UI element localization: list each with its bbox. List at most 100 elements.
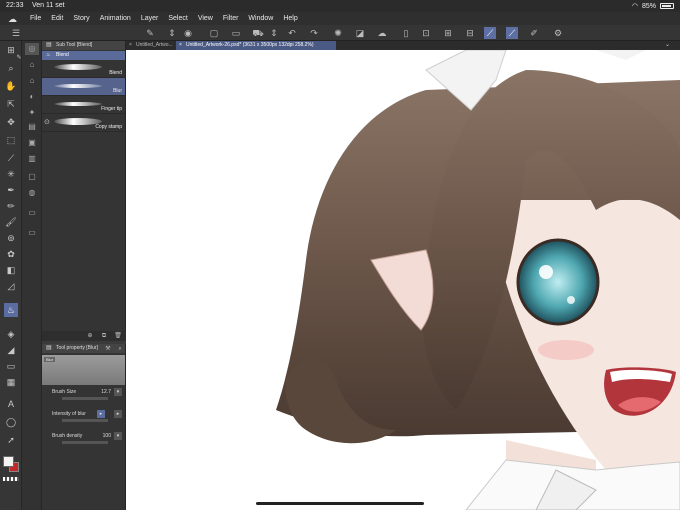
close-tab-icon[interactable]: ×	[129, 41, 132, 50]
brush-finger-tip[interactable]: Finger tip	[42, 96, 125, 114]
color-wheel-icon[interactable]: ◍	[25, 187, 39, 199]
frame-border-icon[interactable]: ▦	[4, 375, 18, 389]
brush-blend[interactable]: Blend	[42, 60, 125, 78]
operation-icon[interactable]: ⇱	[4, 97, 18, 111]
layer-panel-icon[interactable]: ▤	[25, 121, 39, 133]
tab-document-2[interactable]: × Untitled_Artwork-26.psd* (3631 x 3500p…	[176, 41, 336, 50]
redo-icon[interactable]: ↷	[308, 27, 320, 39]
brush-size-row[interactable]: Brush Size 12.7 ▾	[42, 387, 125, 409]
hand-icon[interactable]: ✋	[4, 79, 18, 93]
brush-density-value[interactable]: 100	[103, 433, 111, 439]
ruler-edit-icon[interactable]: ✐	[528, 27, 540, 39]
history-icon[interactable]: ▭	[25, 227, 39, 239]
menu-layer[interactable]: Layer	[141, 15, 159, 22]
loading-icon[interactable]: ✺	[332, 27, 344, 39]
modify-icon[interactable]: ✎	[144, 27, 156, 39]
add-subtool-icon[interactable]: ⊕	[86, 332, 94, 340]
transparent-color-swatch[interactable]	[3, 477, 19, 481]
menu-view[interactable]: View	[198, 15, 213, 22]
menu-select[interactable]: Select	[168, 15, 187, 22]
fill-tool-icon[interactable]: ◈	[4, 327, 18, 341]
zoom-icon[interactable]: ⌕	[4, 61, 18, 75]
pencil-tool-icon[interactable]: ✏	[4, 199, 18, 213]
menu-help[interactable]: Help	[283, 15, 297, 22]
menu-edit[interactable]: Edit	[51, 15, 63, 22]
save-icon[interactable]: ⛟	[252, 27, 264, 39]
menu-story[interactable]: Story	[73, 15, 89, 22]
decoration-tool-icon[interactable]: ✿	[4, 247, 18, 261]
ruler-snap-icon[interactable]: ⟋	[484, 27, 496, 39]
intensity-options-icon[interactable]: ▸	[114, 410, 122, 418]
brush-group-4-icon[interactable]: ✦	[25, 107, 39, 119]
pen-tool-icon[interactable]: ✒	[4, 183, 18, 197]
intensity-toggle-icon[interactable]: ▸	[97, 410, 105, 418]
drawing-canvas[interactable]	[126, 50, 680, 510]
eraser-tool-icon[interactable]: ◧	[4, 263, 18, 277]
duplicate-subtool-icon[interactable]: ⧉	[100, 332, 108, 340]
material-icon[interactable]: ▢	[25, 171, 39, 183]
zoom-panel-icon[interactable]: ⌕	[116, 345, 124, 353]
app-logo-icon[interactable]: ☁	[8, 14, 22, 24]
airbrush-tool-icon[interactable]: ⊚	[4, 231, 18, 245]
menu-file[interactable]: File	[30, 15, 41, 22]
brush-size-dropdown-icon[interactable]: ▾	[114, 388, 122, 396]
cloud-icon[interactable]: ☁	[376, 27, 388, 39]
menu-window[interactable]: Window	[248, 15, 273, 22]
new-file-icon[interactable]: ▢	[208, 27, 220, 39]
brush-blur[interactable]: Blur	[42, 78, 125, 96]
fill-icon[interactable]: ◪	[354, 27, 366, 39]
close-tab-icon[interactable]: ×	[179, 41, 182, 50]
home-indicator[interactable]	[256, 502, 424, 505]
text-tool-icon[interactable]: A	[4, 397, 18, 411]
brush-stroke-preview	[54, 102, 102, 106]
delete-subtool-icon[interactable]: 🗑	[114, 332, 122, 340]
navigator-icon[interactable]: ▣	[25, 137, 39, 149]
balloon-tool-icon[interactable]: ◯	[4, 415, 18, 429]
deselect-icon[interactable]: ⊟	[464, 27, 476, 39]
folder-icon[interactable]: ▭	[25, 207, 39, 219]
eyedropper-icon[interactable]: ⟋	[4, 151, 18, 165]
blend-tool-icon[interactable]: ♨	[4, 303, 18, 317]
clip-studio-icon[interactable]: ◉	[182, 27, 194, 39]
wrench-icon[interactable]: ⚒	[104, 345, 112, 353]
sub-tool-tab-icon[interactable]: ◎	[25, 43, 39, 55]
figure-shape-icon[interactable]: ▭	[4, 359, 18, 373]
brush-size-slider[interactable]	[62, 397, 108, 400]
brush-group-2-icon[interactable]: ⌂	[25, 75, 39, 87]
brush-density-slider[interactable]	[62, 441, 108, 444]
gradient-tool-icon[interactable]: ◢	[4, 343, 18, 357]
open-folder-icon[interactable]: ▭	[230, 27, 242, 39]
menu-animation[interactable]: Animation	[100, 15, 131, 22]
undo-icon[interactable]: ↶	[286, 27, 298, 39]
brush-group-3-icon[interactable]: ◐	[25, 91, 39, 103]
crop-icon[interactable]: ⊡	[420, 27, 432, 39]
transform-icon[interactable]: ⊞	[442, 27, 454, 39]
brush-density-row[interactable]: Brush density 100 ▾	[42, 431, 125, 453]
brush-group-icon[interactable]: ⌂	[25, 59, 39, 71]
stepper-icon[interactable]: ⇕	[166, 27, 178, 39]
intensity-row[interactable]: Intensity of blur ▸ ▸	[42, 409, 125, 431]
ios-status-bar: 22:33 Ven 11 set ◠ 85%	[0, 0, 680, 12]
menu-filter[interactable]: Filter	[223, 15, 239, 22]
move-layer-icon[interactable]: ✥	[4, 115, 18, 129]
tab-document-1[interactable]: × Untitled_Artwo...	[126, 41, 176, 50]
ruler-snap-2-icon[interactable]: ⟋	[506, 27, 518, 39]
auto-select-icon[interactable]: ✳	[4, 167, 18, 181]
brush-size-value[interactable]: 12.7	[101, 389, 111, 395]
clear-icon[interactable]: ▯	[400, 27, 412, 39]
brush-copy-stamp[interactable]: ⊙ Copy stamp	[42, 114, 125, 132]
figure-tool-icon[interactable]: ◿	[4, 279, 18, 293]
selection-icon[interactable]: ⬚	[4, 133, 18, 147]
save-options-icon[interactable]: ⇕	[268, 27, 280, 39]
settings-icon[interactable]: ⚙	[552, 27, 564, 39]
correct-line-icon[interactable]: ➚	[4, 433, 18, 447]
main-color-swatch[interactable]	[3, 456, 14, 467]
brush-density-options-icon[interactable]: ▾	[114, 432, 122, 440]
color-swatch[interactable]	[3, 456, 19, 472]
sub-tool-group[interactable]: ♨ Blend	[42, 51, 125, 60]
property-icon[interactable]: ▥	[25, 153, 39, 165]
hamburger-menu-icon[interactable]: ☰	[10, 27, 22, 39]
chevron-down-icon[interactable]: ⌄	[665, 41, 670, 48]
intensity-slider[interactable]	[62, 419, 108, 422]
brush-tool-icon[interactable]: 🖌	[4, 215, 18, 229]
